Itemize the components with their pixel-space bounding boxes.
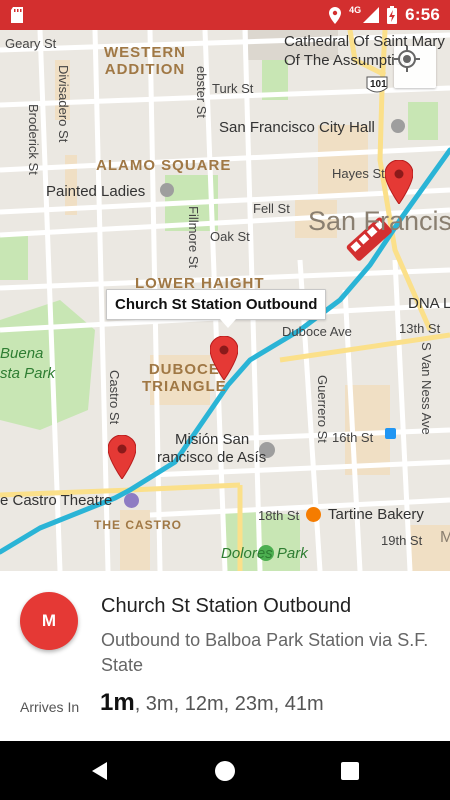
sd-card-icon	[11, 7, 23, 23]
stop-title: Church St Station Outbound	[101, 595, 352, 617]
map-label-highway: 101	[370, 79, 387, 90]
stop-subtitle: Outbound to Balboa Park Station via S.F.…	[101, 630, 429, 675]
map-label-dolores-park: Dolores Park	[221, 545, 308, 562]
map-label-san-francisco: San Francis	[308, 206, 450, 236]
map-view[interactable]: Geary St WESTERN ADDITION Cathedral Of Sa…	[0, 30, 450, 571]
crosshair-icon	[394, 46, 420, 72]
map-label-dna-lounge: DNA L	[408, 295, 450, 312]
map-label-guerrero: Guerrero St	[315, 375, 330, 443]
map-marker-pin[interactable]	[385, 160, 413, 204]
stop-detail-card: M Church St Station Outbound Outbound to…	[0, 571, 450, 741]
line-badge: M	[20, 592, 78, 650]
map-marker-pin-selected[interactable]	[210, 336, 238, 380]
map-label-fillmore: Fillmore St	[186, 206, 201, 269]
map-label-city-hall: San Francisco City Hall	[219, 119, 375, 136]
location-icon	[329, 6, 342, 24]
signal-icon	[363, 7, 380, 23]
map-label-vista-park: sta Park	[0, 365, 56, 382]
back-icon[interactable]	[88, 759, 112, 783]
map-label-mision: Misión San	[175, 431, 250, 448]
map-label-oak: Oak St	[210, 229, 250, 244]
battery-charging-icon	[387, 6, 398, 24]
map-marker-pin[interactable]	[108, 435, 136, 479]
map-label-16th: 16th St	[332, 430, 374, 445]
arrival-times: 1m, 3m, 12m, 23m, 41m	[100, 689, 324, 717]
map-label-tartine: Tartine Bakery	[328, 506, 424, 523]
map-label-western-addition: WESTERN ADDITION	[104, 44, 186, 79]
arrives-label: Arrives In	[20, 699, 80, 715]
map-label-alamo-square: ALAMO SQUARE	[96, 157, 232, 174]
map-label-painted-ladies: Painted Ladies	[46, 183, 146, 200]
map-label-13th: 13th St	[399, 321, 441, 336]
map-label-19th: 19th St	[381, 533, 423, 548]
map-label-van-ness: S Van Ness Ave	[419, 342, 434, 435]
home-icon[interactable]	[213, 759, 237, 783]
map-label-castro-st: Castro St	[107, 370, 122, 425]
network-type: 4G	[349, 5, 362, 15]
map-label-hayes: Hayes St	[332, 166, 385, 181]
map-label-turk: Turk St	[212, 81, 254, 96]
recents-icon[interactable]	[338, 759, 362, 783]
system-nav-bar	[0, 741, 450, 800]
map-label-castro-theatre: e Castro Theatre	[0, 492, 113, 509]
later-arrivals: , 3m, 12m, 23m, 41m	[134, 693, 324, 715]
map-label-webster: ebster St	[194, 66, 209, 119]
marker-info-window[interactable]: Church St Station Outbound	[106, 289, 327, 328]
clock: 6:56	[405, 5, 440, 24]
map-label-18th: 18th St	[258, 508, 300, 523]
map-label-m-edge: M	[440, 529, 450, 546]
map-label-buena: Buena	[0, 345, 44, 362]
map-label-divisadero: Divisadero St	[56, 65, 71, 143]
map-label-fell: Fell St	[253, 201, 290, 216]
map-label-geary: Geary St	[5, 36, 57, 51]
my-location-button[interactable]	[394, 46, 436, 88]
map-label-francisco-asis: rancisco de Asís	[157, 449, 267, 466]
next-arrival: 1m	[100, 689, 135, 716]
map-label-the-castro: THE CASTRO	[94, 518, 182, 532]
map-label-broderick: Broderick St	[26, 104, 41, 175]
map-label-duboce-ave: Duboce Ave	[282, 324, 352, 339]
status-bar: 4G 6:56	[0, 0, 450, 30]
